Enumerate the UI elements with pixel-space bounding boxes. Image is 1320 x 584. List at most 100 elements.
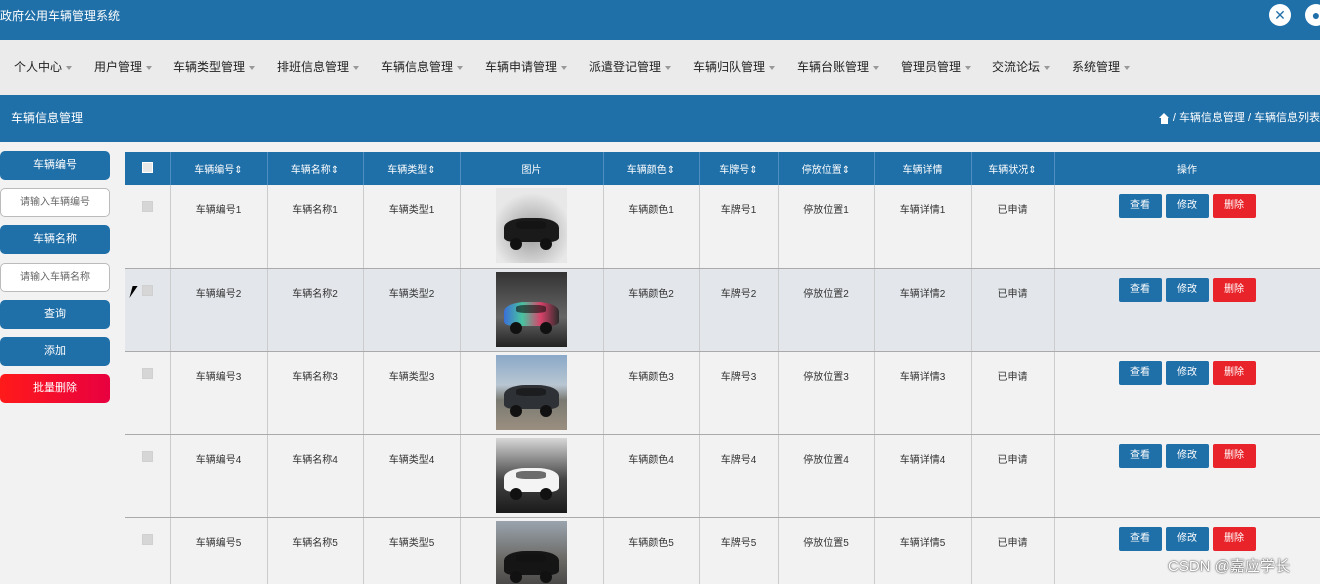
nav-item-forum[interactable]: 交流论坛: [992, 40, 1051, 95]
sort-icon[interactable]: ⇕: [427, 165, 435, 176]
cell-type: 车辆类型5: [363, 517, 461, 584]
sort-icon[interactable]: ⇕: [749, 165, 757, 176]
sort-icon[interactable]: ⇕: [234, 165, 242, 176]
nav-item-admins[interactable]: 管理员管理: [901, 40, 972, 95]
view-button[interactable]: 查看: [1118, 194, 1162, 218]
view-button[interactable]: 查看: [1118, 277, 1162, 302]
cell-name: 车辆名称3: [267, 351, 364, 435]
nav-item-vehicle-info[interactable]: 车辆信息管理: [381, 40, 464, 95]
edit-button[interactable]: 修改: [1165, 526, 1209, 551]
vehicle-name-input[interactable]: 请输入车辆名称: [0, 263, 110, 292]
cell-detail: 车辆详情2: [874, 268, 972, 352]
top-bar: 政府公用车辆管理系统 ✕ ●: [0, 0, 1320, 40]
sort-icon[interactable]: ⇕: [667, 165, 675, 176]
user-icon[interactable]: ●: [1305, 4, 1320, 26]
col-header-code[interactable]: 车辆编号⇕: [170, 152, 268, 185]
view-button[interactable]: 查看: [1118, 443, 1162, 468]
cell-status: 已申请: [971, 268, 1055, 352]
sort-icon[interactable]: ⇕: [842, 165, 850, 176]
vehicle-photo[interactable]: [496, 520, 567, 584]
cell-plate: 车牌号3: [699, 351, 779, 435]
nav-item-system[interactable]: 系统管理: [1072, 40, 1131, 95]
view-button[interactable]: 查看: [1118, 526, 1162, 551]
nav-item-vehicle-apply[interactable]: 车辆申请管理: [485, 40, 568, 95]
vehicle-code-label: 车辆编号: [0, 151, 110, 180]
delete-button[interactable]: 删除: [1212, 194, 1256, 218]
row-checkbox[interactable]: [141, 201, 153, 212]
col-header-color[interactable]: 车辆颜色⇕: [603, 152, 700, 185]
nav-item-schedule[interactable]: 排班信息管理: [277, 40, 360, 95]
chevron-down-icon: [1044, 65, 1051, 70]
cell-color: 车辆颜色2: [603, 268, 700, 352]
row-checkbox[interactable]: [141, 450, 153, 462]
cell-plate: 车牌号2: [699, 268, 779, 352]
watermark: CSDN @嘉应学长: [1168, 558, 1290, 575]
cell-color: 车辆颜色4: [603, 434, 700, 518]
cell-color: 车辆颜色5: [603, 517, 700, 584]
delete-button[interactable]: 删除: [1212, 360, 1256, 385]
cell-name: 车辆名称4: [267, 434, 364, 518]
col-header-ops: 操作: [1054, 152, 1320, 185]
vehicle-photo[interactable]: [496, 188, 567, 263]
cell-location: 停放位置3: [778, 351, 875, 435]
row-checkbox[interactable]: [141, 367, 153, 379]
nav-item-users[interactable]: 用户管理: [94, 40, 153, 95]
col-header-name[interactable]: 车辆名称⇕: [267, 152, 364, 185]
chevron-down-icon: [353, 65, 360, 70]
cell-detail: 车辆详情5: [874, 517, 972, 584]
nav-item-personal[interactable]: 个人中心: [14, 40, 73, 95]
col-header-location[interactable]: 停放位置⇕: [778, 152, 875, 185]
table-row: 车辆编号4 车辆名称4 车辆类型4 车辆颜色4 车牌号4 停放位置4 车辆详情4…: [125, 434, 1320, 518]
edit-button[interactable]: 修改: [1165, 443, 1209, 468]
app-title: 政府公用车辆管理系统: [0, 9, 121, 23]
add-button[interactable]: 添加: [0, 337, 110, 366]
row-checkbox[interactable]: [141, 284, 153, 296]
vehicle-photo[interactable]: [496, 437, 567, 513]
row-checkbox[interactable]: [141, 533, 153, 545]
col-header-plate[interactable]: 车牌号⇕: [699, 152, 779, 185]
delete-button[interactable]: 删除: [1212, 443, 1256, 468]
sort-icon[interactable]: ⇕: [1028, 165, 1036, 176]
query-button[interactable]: 查询: [0, 300, 110, 329]
delete-button[interactable]: 删除: [1212, 526, 1256, 551]
nav-item-ledger[interactable]: 车辆台账管理: [797, 40, 880, 95]
breadcrumb-item-current: 车辆信息列表: [1254, 112, 1320, 124]
nav-item-vehicle-types[interactable]: 车辆类型管理: [173, 40, 256, 95]
breadcrumb: / 车辆信息管理 / 车辆信息列表: [1158, 95, 1320, 142]
cell-plate: 车牌号1: [699, 185, 779, 269]
table-row: 车辆编号5 车辆名称5 车辆类型5 车辆颜色5 车牌号5 停放位置5 车辆详情5…: [125, 517, 1320, 584]
col-header-picture: 图片: [460, 152, 604, 185]
vehicle-photo[interactable]: [496, 271, 567, 347]
view-button[interactable]: 查看: [1118, 360, 1162, 385]
select-all-header[interactable]: [125, 152, 171, 185]
vehicle-photo[interactable]: [496, 354, 567, 430]
home-icon[interactable]: [1158, 113, 1170, 124]
chevron-down-icon: [457, 65, 464, 70]
cell-code: 车辆编号2: [170, 268, 268, 352]
chevron-down-icon: [66, 65, 73, 70]
edit-button[interactable]: 修改: [1165, 194, 1209, 218]
table-header: 车辆编号⇕ 车辆名称⇕ 车辆类型⇕ 图片 车辆颜色⇕ 车牌号⇕ 停放位置⇕ 车辆…: [125, 152, 1320, 185]
sort-icon[interactable]: ⇕: [331, 165, 339, 176]
edit-button[interactable]: 修改: [1165, 360, 1209, 385]
select-all-checkbox[interactable]: [141, 161, 153, 173]
cell-location: 停放位置5: [778, 517, 875, 584]
edit-button[interactable]: 修改: [1165, 277, 1209, 302]
cell-plate: 车牌号4: [699, 434, 779, 518]
col-header-type[interactable]: 车辆类型⇕: [363, 152, 461, 185]
nav-item-dispatch[interactable]: 派遣登记管理: [589, 40, 672, 95]
batch-delete-button[interactable]: 批量删除: [0, 374, 110, 403]
page-title: 车辆信息管理: [11, 111, 84, 125]
breadcrumb-item[interactable]: 车辆信息管理: [1179, 95, 1245, 142]
chevron-down-icon: [873, 65, 880, 70]
cell-detail: 车辆详情1: [874, 185, 972, 269]
cell-location: 停放位置2: [778, 268, 875, 352]
nav-item-return[interactable]: 车辆归队管理: [693, 40, 776, 95]
delete-button[interactable]: 删除: [1212, 277, 1256, 302]
col-header-status[interactable]: 车辆状况⇕: [971, 152, 1055, 185]
vehicle-code-input[interactable]: 请输入车辆编号: [0, 188, 110, 217]
main-nav: 个人中心 用户管理 车辆类型管理 排班信息管理 车辆信息管理 车辆申请管理 派遣…: [0, 40, 1320, 95]
table-row: 车辆编号3 车辆名称3 车辆类型3 车辆颜色3 车牌号3 停放位置3 车辆详情3…: [125, 351, 1320, 435]
cell-detail: 车辆详情4: [874, 434, 972, 518]
close-icon[interactable]: ✕: [1269, 4, 1291, 26]
